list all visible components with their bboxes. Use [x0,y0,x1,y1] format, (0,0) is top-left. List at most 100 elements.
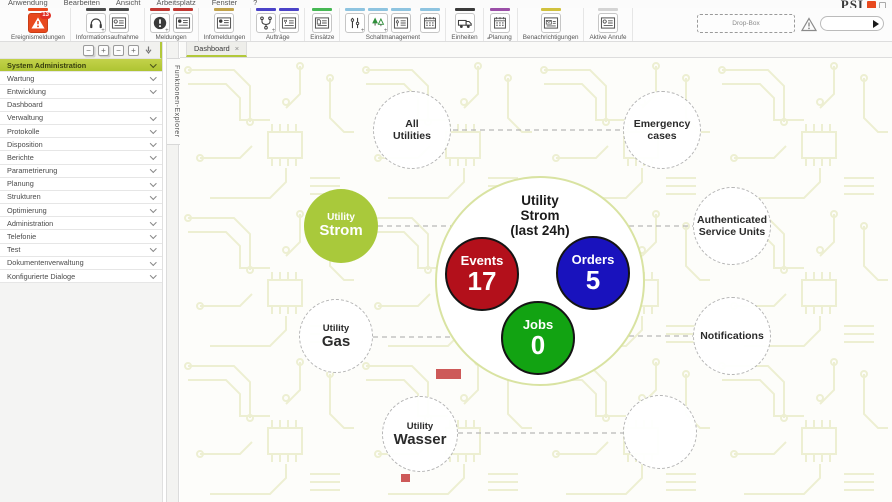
collapse-button[interactable]: − [113,45,124,56]
chevron-down-icon [150,180,156,186]
close-icon[interactable]: × [235,44,239,53]
search-go-icon[interactable] [873,20,879,28]
aktive-anrufe-button[interactable] [598,13,618,33]
sidebar-item-parametrierung[interactable]: Parametrierung [0,165,162,178]
drop-box-label: Drop-Box [732,20,759,27]
sidebar-item-berichte[interactable]: Berichte [0,151,162,164]
informationsaufnahme-button[interactable]: + [86,13,106,33]
schaltzustand-button[interactable]: + [345,13,365,33]
accent-bar [420,8,440,11]
record-list-icon [111,15,127,31]
chevron-down-icon [150,166,156,172]
sidebar-item-administration[interactable]: Administration [0,217,162,230]
ereignismeldungen-button[interactable]: 13 [28,13,48,33]
auftraege-button[interactable]: + [256,13,276,33]
message-list-icon [175,15,191,31]
ereignismeldungen-badge: 13 [40,12,51,19]
menu-anwendung[interactable]: Anwendung [8,0,48,7]
menu-ansicht[interactable]: Ansicht [116,0,141,7]
sidebar-item-strukturen[interactable]: Strukturen [0,191,162,204]
informationsliste-button[interactable] [109,13,129,33]
benachrichtigungen-button[interactable] [541,13,561,33]
toolbar-collapse-caret-icon[interactable]: ▴ [487,35,490,41]
planung-button[interactable] [490,13,510,33]
sidebar-item-entwicklung[interactable]: Entwicklung [0,85,162,98]
expand-all-button[interactable]: + [98,45,109,56]
warning-outline-icon[interactable] [801,17,817,32]
chevron-down-icon [150,232,156,238]
menu-bearbeiten[interactable]: Bearbeiten [64,0,100,7]
node-label: Utility [323,324,349,334]
node-utility-wasser[interactable]: Utility Wasser [382,396,458,472]
plus-mark-icon: + [165,28,169,34]
sidebar-item-optimierung[interactable]: Optimierung [0,204,162,217]
sidebar-item-system-administration[interactable]: System Administration [0,59,162,72]
meldungen-button[interactable]: + [150,13,170,33]
metric-value: 17 [468,268,497,295]
menu-fenster[interactable]: Fenster [212,0,237,7]
toolbar-group-label: Aufträge [266,34,290,41]
plus-mark-icon: + [272,28,276,34]
toolbar-group-aktive-anrufe: Aktive Anrufe [584,8,632,41]
collapse-all-button[interactable]: − [83,45,94,56]
chevron-down-icon [150,206,156,212]
tab-dashboard[interactable]: Dashboard × [186,42,247,57]
accent-bar [541,8,561,11]
search-input[interactable] [825,20,871,27]
schaltliste-button[interactable] [391,13,411,33]
sidebar-item-disposition[interactable]: Disposition [0,138,162,151]
schaltkalender-button[interactable] [420,13,440,33]
sidebar-item-label: Dashboard [7,100,43,109]
sidebar-item-konfigurierte-dialoge[interactable]: Konfigurierte Dialoge [0,270,162,283]
chevron-down-icon [150,114,156,120]
pin-icon[interactable] [143,45,154,56]
funktionen-explorer-tab[interactable]: Funktionen-Explorer [167,58,180,145]
accent-bar [455,8,475,11]
menu-arbeitsplatz[interactable]: Arbeitsplatz [157,0,196,7]
metric-orders[interactable]: Orders 5 [556,236,630,310]
auftragsliste-button[interactable] [279,13,299,33]
einsaetze-button[interactable] [312,13,332,33]
drop-box[interactable]: Drop-Box [697,14,795,33]
sidebar-item-dashboard[interactable]: Dashboard [0,99,162,112]
sidebar-item-label: Berichte [7,153,34,162]
node-label: Service Units [699,226,766,238]
mail-list-icon [543,15,559,31]
node-utility-gas[interactable]: Utility Gas [299,299,373,373]
node-all-utilities[interactable]: All Utilities [373,91,451,169]
node-label: Utility [407,422,433,432]
accent-bar [490,8,510,11]
sidebar-item-label: Optimierung [7,206,47,215]
menu-help[interactable]: ? [253,0,257,7]
node-notifications[interactable]: Notifications [693,297,771,375]
sidebar-item-telefonie[interactable]: Telefonie [0,230,162,243]
sidebar-item-dokumentenverwaltung[interactable]: Dokumentenverwaltung [0,257,162,270]
sidebar-item-wartung[interactable]: Wartung [0,72,162,85]
metric-events[interactable]: Events 17 [445,237,519,311]
node-authenticated-service-units[interactable]: Authenticated Service Units [693,187,771,265]
einheiten-button[interactable] [455,13,475,33]
chevron-down-icon [150,259,156,265]
metric-jobs[interactable]: Jobs 0 [501,301,575,375]
accent-bar [368,8,388,11]
sidebar-item-label: Protokolle [7,127,39,136]
sidebar-item-verwaltung[interactable]: Verwaltung [0,112,162,125]
menu-bar: Anwendung Bearbeiten Ansicht Arbeitsplat… [0,0,892,8]
toolbar-group-informationsaufnahme: + Informationsaufnahme [71,8,145,41]
node-emergency-cases[interactable]: Emergency cases [623,91,701,169]
vegetation-button[interactable]: + [368,13,388,33]
infomeldungen-button[interactable] [214,13,234,33]
accent-bar [312,8,332,11]
toolbar-group-label: Benachrichtigungen [523,34,579,41]
sidebar-item-protokolle[interactable]: Protokolle [0,125,162,138]
chevron-down-icon [150,246,156,252]
sidebar-item-planung[interactable]: Planung [0,178,162,191]
meldungsliste-button[interactable] [173,13,193,33]
sidebar-item-test[interactable]: Test [0,244,162,257]
metric-value: 5 [586,267,600,294]
plus-mark-icon: + [101,28,105,34]
psi-logo-mark-icon [867,1,876,9]
node-empty[interactable] [623,395,697,469]
expand-button[interactable]: + [128,45,139,56]
node-utility-strom[interactable]: Utility Strom [304,189,378,263]
